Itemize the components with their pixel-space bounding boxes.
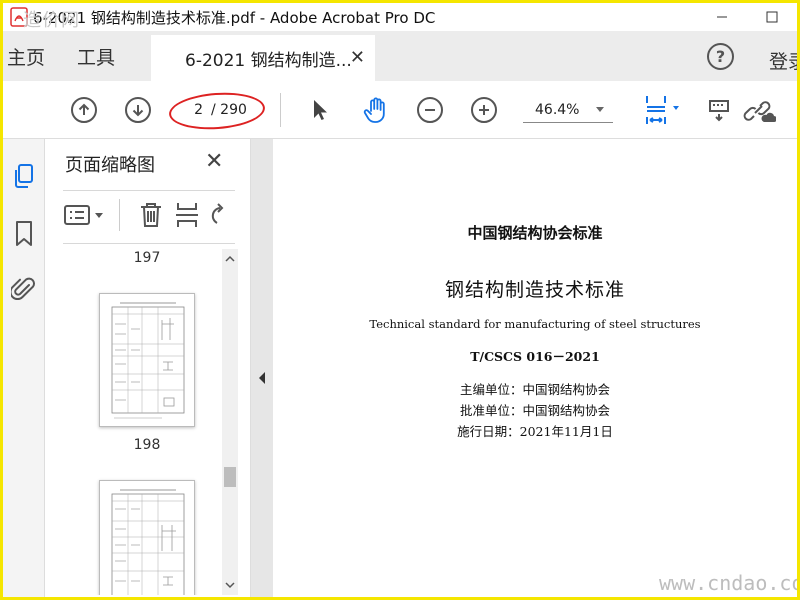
bookmarks-button[interactable]: [9, 217, 39, 251]
rotate-icon: [211, 203, 224, 224]
doc-editor-unit: 主编单位：中国钢结构协会: [459, 382, 610, 397]
close-panel-button[interactable]: ✕: [205, 149, 223, 174]
rotate-page-button[interactable]: [208, 201, 226, 229]
doc-title-cn: 钢结构制造技术标准: [444, 279, 625, 301]
tab-document-label: 6-2021 钢结构制造...: [185, 50, 352, 71]
panel-tool-divider: [119, 199, 120, 231]
page-thumbnails-button[interactable]: [9, 159, 39, 193]
navigation-rail: [3, 139, 45, 597]
arrow-down-icon: [125, 97, 151, 123]
fit-page-button[interactable]: [639, 81, 687, 139]
thumbnail-scrollbar[interactable]: [222, 249, 238, 595]
document-view[interactable]: 中国钢结构协会标准 钢结构制造技术标准 Technical standard f…: [273, 139, 797, 597]
thumbnails-panel: 页面缩略图 ✕ 197 198: [45, 139, 251, 597]
doc-org-heading: 中国钢结构协会标准: [467, 224, 603, 242]
window-title: 6-2021 钢结构制造技术标准.pdf - Adobe Acrobat Pro…: [33, 8, 436, 27]
thumbnail-options-button[interactable]: [63, 200, 109, 230]
pages-copy-icon: [15, 164, 33, 188]
chevron-up-icon[interactable]: [224, 253, 236, 265]
watermark-logo: 造价网: [23, 10, 80, 31]
zoom-level-value: 46.4%: [535, 101, 580, 118]
zoom-in-button[interactable]: [469, 81, 499, 139]
site-watermark: www.cndao.com: [659, 571, 797, 595]
next-page-button[interactable]: [123, 81, 153, 139]
app-window: 造价网 6-2021 钢结构制造技术标准.pdf - Adobe Acrobat…: [3, 3, 797, 597]
delete-page-button[interactable]: [134, 201, 168, 229]
hand-icon: [363, 97, 385, 123]
insert-page-button[interactable]: [168, 201, 208, 229]
zoom-out-button[interactable]: [415, 81, 445, 139]
tab-tools[interactable]: 工具: [77, 31, 115, 81]
zoom-level-select[interactable]: 46.4%: [523, 97, 613, 123]
plus-icon: [471, 97, 497, 123]
doc-standard-code: T/CSCS 016－2021: [470, 349, 600, 364]
options-menu-icon: [64, 205, 103, 225]
tab-document[interactable]: 6-2021 钢结构制造... ✕: [151, 35, 375, 81]
keyboard-edit-icon: [709, 100, 729, 122]
comment-tool-button[interactable]: [703, 81, 737, 139]
scrollbar-thumb[interactable]: [224, 467, 236, 487]
maximize-button[interactable]: [747, 3, 797, 31]
minus-icon: [417, 97, 443, 123]
collapse-panel-icon[interactable]: [257, 371, 267, 385]
maximize-icon: [766, 11, 778, 23]
attachments-button[interactable]: [9, 273, 39, 307]
doc-approver-unit: 批准单位：中国钢结构协会: [459, 403, 610, 418]
arrow-up-icon: [71, 97, 97, 123]
minimize-icon: [717, 16, 727, 18]
window-controls: [697, 3, 797, 31]
panel-title: 页面缩略图: [65, 155, 155, 176]
doc-effective-date: 施行日期：2021年11月1日: [457, 424, 613, 439]
doc-title-en: Technical standard for manufacturing of …: [369, 317, 701, 331]
share-link-button[interactable]: [739, 81, 779, 139]
panel-divider: [63, 243, 235, 244]
previous-page-button[interactable]: [69, 81, 99, 139]
thumbnail-page[interactable]: [99, 293, 195, 427]
link-cloud-icon: [743, 101, 776, 122]
bookmark-icon: [16, 221, 32, 246]
chevron-down-icon[interactable]: [224, 579, 236, 591]
tab-bar: 主页 工具 6-2021 钢结构制造... ✕ ? 登录: [3, 31, 797, 81]
caret-down-icon: [596, 107, 604, 112]
title-bar: 造价网 6-2021 钢结构制造技术标准.pdf - Adobe Acrobat…: [3, 3, 797, 31]
panel-toolbar: [63, 195, 226, 235]
toolbar: 2 / 290 46.4%: [3, 81, 797, 139]
login-link[interactable]: 登录: [769, 47, 797, 74]
panel-divider: [63, 190, 235, 191]
thumbnail-label: 197: [133, 250, 161, 266]
help-button[interactable]: ?: [707, 43, 734, 70]
thumbnail-page[interactable]: [99, 480, 195, 595]
insert-pages-icon: [176, 203, 198, 227]
fit-width-icon: [646, 96, 679, 124]
trash-icon: [141, 203, 161, 227]
minimize-button[interactable]: [697, 3, 747, 31]
cursor-arrow-icon: [314, 100, 327, 120]
tab-home[interactable]: 主页: [7, 31, 45, 81]
thumbnail-list: 197 198: [63, 247, 219, 595]
panel-splitter[interactable]: [251, 139, 273, 597]
paperclip-icon: [11, 277, 35, 300]
thumbnail-label: 198: [133, 437, 161, 453]
select-tool-button[interactable]: [303, 81, 337, 139]
toolbar-divider: [280, 93, 281, 127]
close-tab-button[interactable]: ✕: [350, 47, 365, 68]
hand-tool-button[interactable]: [357, 81, 397, 139]
